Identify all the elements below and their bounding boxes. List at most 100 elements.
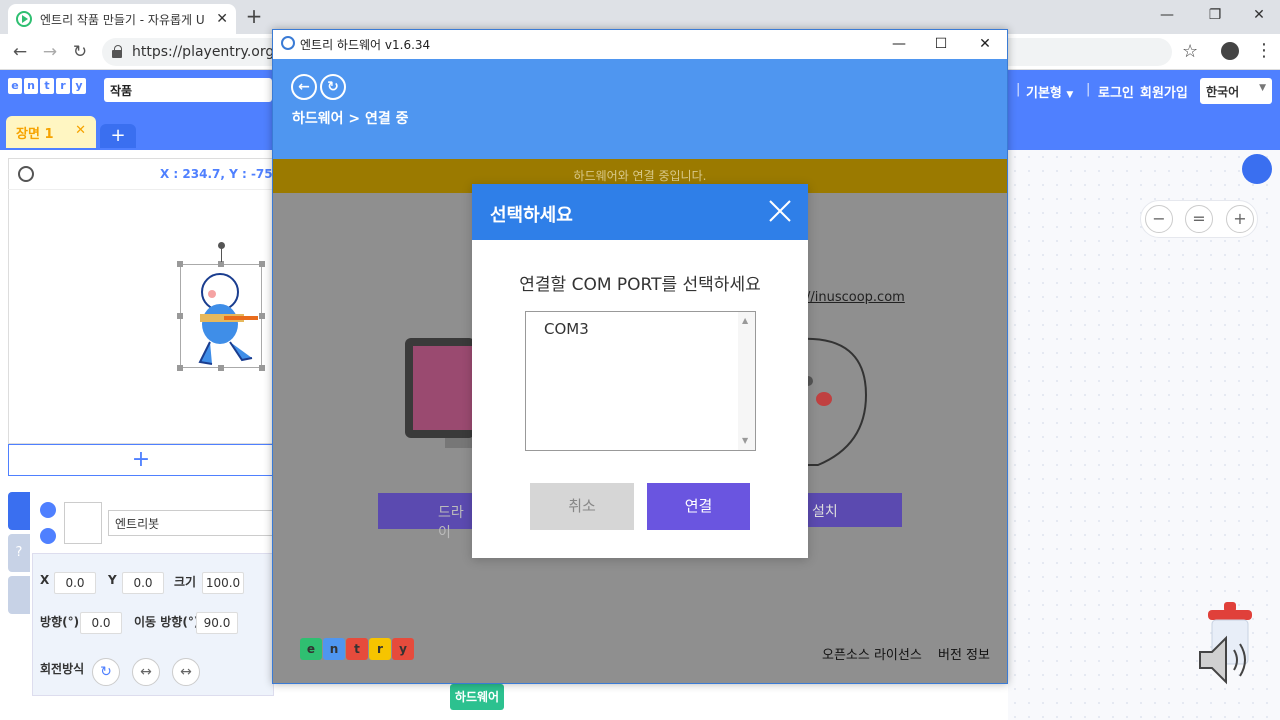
size-label: 크기 — [174, 575, 197, 589]
signup-link[interactable]: 회원가입 — [1140, 82, 1188, 101]
listbox-scrollbar[interactable] — [738, 312, 755, 450]
speed-gauge-icon[interactable] — [18, 166, 34, 182]
connect-button[interactable]: 연결 — [647, 483, 750, 530]
visibility-eye-icon[interactable] — [40, 502, 56, 518]
hw-close-icon[interactable]: ✕ — [970, 32, 1000, 56]
close-scene-icon[interactable]: ✕ — [75, 123, 86, 141]
hardware-tab[interactable]: 하드웨어 — [450, 684, 504, 710]
bookmark-star-icon[interactable]: ☆ — [1182, 41, 1198, 62]
direction-input[interactable]: 0.0 — [80, 612, 122, 634]
cancel-button[interactable]: 취소 — [530, 483, 634, 530]
zoom-in-icon[interactable]: + — [1226, 205, 1254, 233]
hw-maximize-icon[interactable]: ☐ — [926, 32, 956, 56]
entry-hw-app-icon — [281, 36, 295, 50]
monitor-illustration — [405, 338, 475, 448]
install-button[interactable]: 설치 — [808, 493, 902, 527]
hw-minimize-icon[interactable]: — — [884, 32, 914, 56]
rotate-free-icon[interactable]: ↻ — [92, 658, 120, 686]
scene-tab[interactable]: 장면 1 ✕ — [6, 116, 96, 148]
rotate-none-icon[interactable]: ↔ — [172, 658, 200, 686]
resize-handle[interactable] — [177, 313, 183, 319]
restore-window-icon[interactable]: ❐ — [1204, 4, 1226, 26]
driver-button[interactable]: 드라이 — [378, 493, 472, 541]
object-thumbnail — [64, 502, 102, 544]
logo-letter: t — [346, 638, 368, 660]
logo-letter: r — [369, 638, 391, 660]
object-name-input[interactable]: 엔트리봇 — [108, 510, 274, 536]
browser-menu-icon[interactable]: ⋮ — [1255, 40, 1273, 61]
browser-tab-title: 엔트리 작품 만들기 - 자유롭게 U — [40, 12, 205, 27]
add-object-button[interactable]: + — [8, 444, 274, 476]
open-source-license-link[interactable]: 오픈소스 라이선스 — [822, 644, 922, 663]
hardware-window-title: 엔트리 하드웨어 v1.6.34 — [300, 38, 431, 52]
logo-letter: e — [300, 638, 322, 660]
mode-label: 기본형 — [1026, 86, 1062, 101]
forward-button[interactable]: → — [40, 42, 60, 62]
chevron-down-icon: ▼ — [1066, 90, 1074, 100]
resize-handle[interactable] — [259, 261, 265, 267]
move-direction-label: 이동 방향(°) — [134, 615, 200, 629]
rotation-mode-label: 회전방식 — [40, 662, 85, 676]
logo-letter: r — [56, 78, 70, 94]
project-name-input[interactable]: 작품 — [104, 78, 272, 102]
sprite-selection-frame — [180, 264, 262, 368]
rotate-horizontal-icon[interactable]: ↔ — [132, 658, 160, 686]
close-tab-icon[interactable]: ✕ — [216, 11, 228, 27]
object-tab[interactable] — [8, 492, 30, 530]
y-input[interactable]: 0.0 — [122, 572, 164, 594]
reload-button[interactable]: ↻ — [70, 42, 90, 62]
close-window-icon[interactable]: ✕ — [1248, 4, 1270, 26]
y-label: Y — [108, 573, 117, 587]
version-info-link[interactable]: 버전 정보 — [938, 644, 990, 663]
rotation-handle-line — [221, 248, 222, 262]
direction-label: 방향(°) — [40, 615, 80, 629]
resize-handle[interactable] — [259, 365, 265, 371]
resize-handle[interactable] — [177, 261, 183, 267]
vendor-link[interactable]: //inuscoop.com — [806, 290, 905, 305]
speaker-icon[interactable] — [1194, 630, 1254, 690]
resize-handle[interactable] — [177, 365, 183, 371]
logo-letter: y — [72, 78, 86, 94]
mouse-coordinates: X : 234.7, Y : -75.6 — [160, 167, 286, 181]
logo-letter: n — [24, 78, 38, 94]
move-direction-input[interactable]: 90.0 — [196, 612, 238, 634]
back-arrow-icon[interactable]: ← — [291, 74, 317, 100]
language-select[interactable]: 한국어 ▼ — [1200, 78, 1272, 104]
resize-handle[interactable] — [218, 365, 224, 371]
refresh-icon[interactable]: ↻ — [320, 74, 346, 100]
profile-icon[interactable] — [1221, 42, 1239, 60]
add-scene-button[interactable]: + — [100, 124, 136, 148]
chat-icon[interactable] — [1242, 154, 1272, 184]
resize-handle[interactable] — [259, 313, 265, 319]
chevron-down-icon: ▼ — [1259, 83, 1266, 93]
browser-tab[interactable]: 엔트리 작품 만들기 - 자유롭게 U ✕ — [8, 4, 236, 34]
zoom-reset-icon[interactable]: = — [1185, 205, 1213, 233]
header-divider: | — [1016, 82, 1021, 97]
new-tab-button[interactable]: + — [244, 6, 264, 26]
scene-tab-label: 장면 1 — [16, 127, 54, 142]
mode-dropdown[interactable]: 기본형 ▼ — [1026, 82, 1073, 101]
close-icon[interactable] — [768, 199, 792, 223]
help-tab[interactable]: ? — [8, 534, 30, 572]
x-input[interactable]: 0.0 — [54, 572, 96, 594]
console-tab[interactable] — [8, 576, 30, 614]
logo-letter: e — [8, 78, 22, 94]
minimize-window-icon[interactable]: — — [1156, 4, 1178, 26]
scroll-up-icon[interactable]: ▲ — [742, 316, 748, 325]
dialog-title: 선택하세요 — [490, 205, 573, 226]
scroll-down-icon[interactable]: ▼ — [742, 436, 748, 445]
logo-letter: n — [323, 638, 345, 660]
list-item[interactable]: COM3 — [544, 320, 589, 338]
hw-entry-logo: e n t r y — [300, 638, 414, 660]
language-label: 한국어 — [1206, 85, 1240, 99]
lock-icon[interactable] — [40, 528, 56, 544]
back-button[interactable]: ← — [10, 42, 30, 62]
zoom-out-icon[interactable]: − — [1145, 205, 1173, 233]
logo-letter: t — [40, 78, 54, 94]
entry-favicon-icon — [16, 11, 32, 27]
size-input[interactable]: 100.0 — [202, 572, 244, 594]
entry-logo: e n t r y — [8, 78, 86, 94]
lock-icon — [112, 45, 122, 58]
hardware-breadcrumb: 하드웨어 > 연결 중 — [292, 111, 409, 127]
login-link[interactable]: 로그인 — [1098, 82, 1134, 101]
